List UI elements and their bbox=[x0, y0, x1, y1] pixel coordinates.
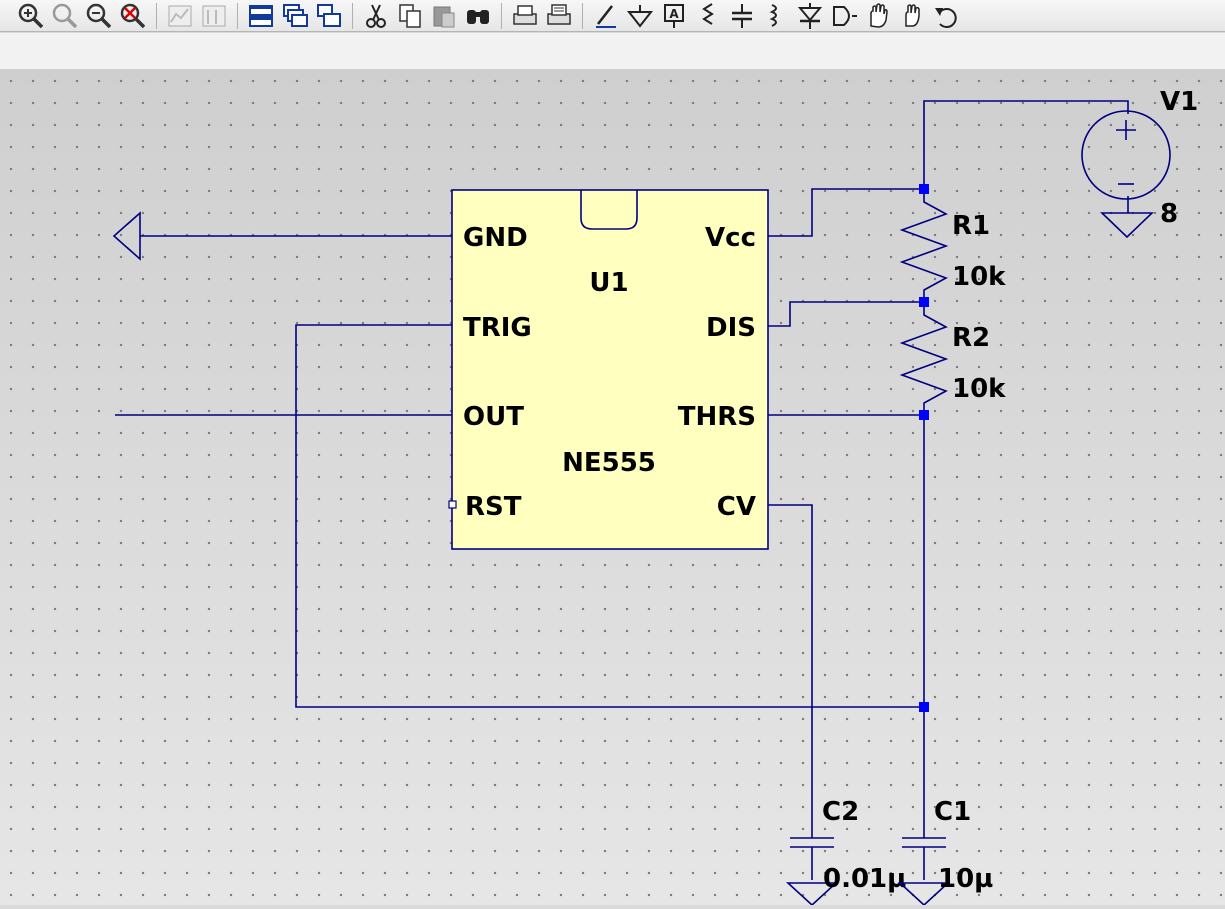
undo-icon[interactable] bbox=[929, 1, 963, 31]
pin-label-vcc: Vcc bbox=[705, 223, 756, 253]
toolbar-separator bbox=[352, 2, 353, 29]
copy-icon[interactable] bbox=[393, 1, 427, 31]
wire-dis-r2[interactable] bbox=[768, 301, 924, 327]
v1-refdes: V1 bbox=[1160, 87, 1198, 117]
toolbar-separator bbox=[501, 2, 502, 29]
resistor-icon[interactable] bbox=[691, 1, 725, 31]
rst-pin-marker[interactable] bbox=[448, 500, 457, 509]
pin-label-gnd: GND bbox=[463, 223, 528, 253]
wire-v1-top[interactable] bbox=[923, 100, 1129, 189]
junction-dot bbox=[919, 702, 929, 712]
drag-icon[interactable] bbox=[895, 1, 929, 31]
paste-icon[interactable] bbox=[427, 1, 461, 31]
ground-icon[interactable] bbox=[623, 1, 657, 31]
move-icon[interactable] bbox=[861, 1, 895, 31]
cascade-icon[interactable] bbox=[278, 1, 312, 31]
find-icon[interactable] bbox=[461, 1, 495, 31]
r2-refdes: R2 bbox=[952, 323, 990, 353]
toolbar-separator bbox=[156, 2, 157, 29]
zoom-cancel-icon[interactable] bbox=[116, 1, 150, 31]
voltage-source-v1[interactable]: V1 8 bbox=[1081, 87, 1198, 239]
pin-label-thrs: THRS bbox=[678, 402, 756, 432]
junction-dot bbox=[919, 410, 929, 420]
v1-value: 8 bbox=[1160, 199, 1178, 229]
zoom-fit-icon[interactable] bbox=[48, 1, 82, 31]
print-icon[interactable] bbox=[508, 1, 542, 31]
schematic-drawing: GND TRIG OUT RST Vcc DIS THRS CV U1 NE55… bbox=[112, 87, 1198, 907]
wire-cv-c2[interactable] bbox=[768, 504, 813, 838]
wire-vcc-r1[interactable] bbox=[768, 188, 924, 237]
diode-icon[interactable] bbox=[793, 1, 827, 31]
capacitor-icon[interactable] bbox=[725, 1, 759, 31]
tab-strip bbox=[0, 33, 1225, 70]
toolbar: A bbox=[0, 0, 1225, 32]
c1-refdes: C1 bbox=[934, 797, 971, 827]
component-icon[interactable] bbox=[827, 1, 861, 31]
capacitor-c2[interactable]: C2 0.01µ bbox=[785, 797, 906, 907]
label-net-icon[interactable]: A bbox=[657, 1, 691, 31]
plot-settings-icon[interactable] bbox=[197, 1, 231, 31]
zoom-in-icon[interactable] bbox=[14, 1, 48, 31]
svg-text:A: A bbox=[669, 7, 679, 21]
pin-label-out: OUT bbox=[463, 402, 524, 432]
resistor-r1[interactable]: R1 10k bbox=[899, 189, 1006, 302]
r2-value: 10k bbox=[952, 374, 1006, 404]
cut-icon[interactable] bbox=[359, 1, 393, 31]
capacitor-c1[interactable]: C1 10µ bbox=[897, 797, 993, 907]
inductor-icon[interactable] bbox=[759, 1, 793, 31]
zoom-out-icon[interactable] bbox=[82, 1, 116, 31]
c2-value: 0.01µ bbox=[823, 864, 906, 894]
ground-v1[interactable] bbox=[1100, 212, 1154, 239]
toolbar-separator bbox=[582, 2, 583, 29]
draw-wire-icon[interactable] bbox=[589, 1, 623, 31]
ground-flag-gnd[interactable] bbox=[112, 211, 141, 261]
junction-dot bbox=[919, 297, 929, 307]
schematic-canvas[interactable]: GND TRIG OUT RST Vcc DIS THRS CV U1 NE55… bbox=[0, 70, 1225, 907]
pin-label-cv: CV bbox=[717, 492, 756, 522]
tile-horizontal-icon[interactable] bbox=[244, 1, 278, 31]
toolbar-separator bbox=[237, 2, 238, 29]
tile-vertical-icon[interactable] bbox=[312, 1, 346, 31]
c1-value: 10µ bbox=[938, 864, 993, 894]
plot-icon[interactable] bbox=[163, 1, 197, 31]
print-setup-icon[interactable] bbox=[542, 1, 576, 31]
u1-ne555[interactable]: GND TRIG OUT RST Vcc DIS THRS CV U1 NE55… bbox=[448, 189, 769, 550]
pin-label-dis: DIS bbox=[706, 313, 756, 343]
u1-part-name: NE555 bbox=[562, 448, 656, 478]
c2-refdes: C2 bbox=[822, 797, 859, 827]
r1-refdes: R1 bbox=[952, 211, 990, 241]
junction-dot bbox=[919, 184, 929, 194]
r1-value: 10k bbox=[952, 262, 1006, 292]
pin-label-rst: RST bbox=[465, 492, 522, 522]
u1-refdes: U1 bbox=[589, 268, 628, 298]
resistor-r2[interactable]: R2 10k bbox=[899, 302, 1006, 415]
pin-label-trig: TRIG bbox=[463, 313, 532, 343]
